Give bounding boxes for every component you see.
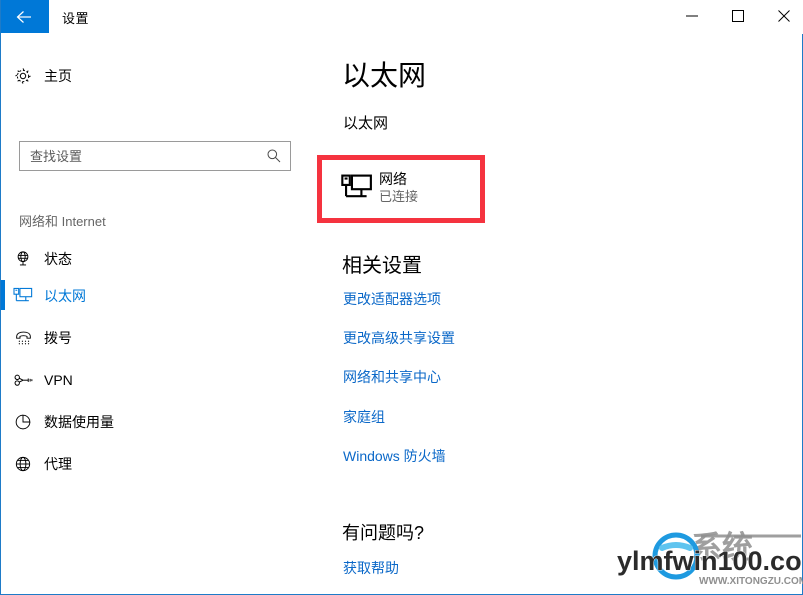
link-network-sharing-center[interactable]: 网络和共享中心 (343, 367, 441, 387)
search-icon[interactable] (266, 148, 282, 169)
sidebar-item-ethernet-label: 以太网 (44, 287, 86, 304)
sidebar-item-data-usage-label: 数据使用量 (44, 413, 114, 430)
minimize-icon (686, 15, 698, 17)
network-name: 网络 (379, 171, 407, 187)
help-heading: 有问题吗? (342, 523, 425, 543)
sidebar-item-status-label: 状态 (44, 250, 72, 267)
sidebar-item-proxy-label: 代理 (44, 455, 72, 472)
settings-window: 设置 主页 查找设置 网络和 Internet 状态 以太网 拨号 VPN 数据… (0, 0, 803, 595)
link-windows-firewall[interactable]: Windows 防火墙 (343, 446, 446, 466)
sidebar-item-home[interactable]: 主页 (2, 59, 302, 93)
vpn-icon (2, 372, 44, 388)
title-bar: 设置 (1, 0, 803, 34)
sidebar-item-dialup-label: 拨号 (44, 329, 72, 346)
ethernet-connection-icon (335, 174, 379, 202)
link-get-help[interactable]: 获取帮助 (343, 558, 399, 578)
sidebar: 主页 网络和 Internet (1, 34, 312, 594)
page-title: 以太网 (342, 60, 427, 91)
sidebar-category-label: 网络和 Internet (19, 214, 106, 229)
main-content: 以太网 以太网 网络 已连接 相关设置 更改适配器选项 更改高级共享设置 网络和… (312, 34, 802, 594)
sidebar-item-dialup[interactable]: 拨号 (2, 319, 302, 356)
proxy-globe-icon (2, 455, 44, 473)
sidebar-item-vpn[interactable]: VPN (2, 361, 302, 398)
back-button[interactable] (1, 0, 49, 33)
data-usage-pie-icon (2, 413, 44, 431)
maximize-icon (732, 10, 744, 22)
minimize-button[interactable] (669, 0, 715, 32)
app-title: 设置 (62, 11, 90, 26)
ethernet-icon (2, 287, 44, 305)
dialup-phone-icon (2, 329, 44, 347)
link-homegroup[interactable]: 家庭组 (343, 407, 385, 427)
section-subtitle: 以太网 (343, 115, 389, 132)
search-input[interactable] (30, 148, 250, 164)
sidebar-item-status[interactable]: 状态 (2, 240, 302, 277)
sidebar-item-ethernet[interactable]: 以太网 (1, 277, 302, 314)
network-status: 已连接 (379, 189, 419, 204)
related-settings-heading: 相关设置 (342, 255, 422, 277)
close-icon (778, 10, 790, 22)
close-button[interactable] (761, 0, 803, 32)
search-box[interactable] (19, 141, 291, 171)
link-change-adapter-options[interactable]: 更改适配器选项 (343, 289, 441, 309)
network-tile[interactable]: 网络 已连接 (335, 162, 475, 214)
maximize-button[interactable] (715, 0, 761, 32)
back-arrow-icon (16, 10, 31, 23)
sidebar-item-proxy[interactable]: 代理 (2, 445, 302, 482)
gear-icon (2, 67, 44, 85)
link-change-advanced-sharing[interactable]: 更改高级共享设置 (343, 328, 455, 348)
sidebar-item-vpn-label: VPN (44, 371, 73, 388)
sidebar-item-data-usage[interactable]: 数据使用量 (2, 403, 302, 440)
status-globe-icon (2, 250, 44, 268)
sidebar-item-home-label: 主页 (44, 68, 72, 84)
